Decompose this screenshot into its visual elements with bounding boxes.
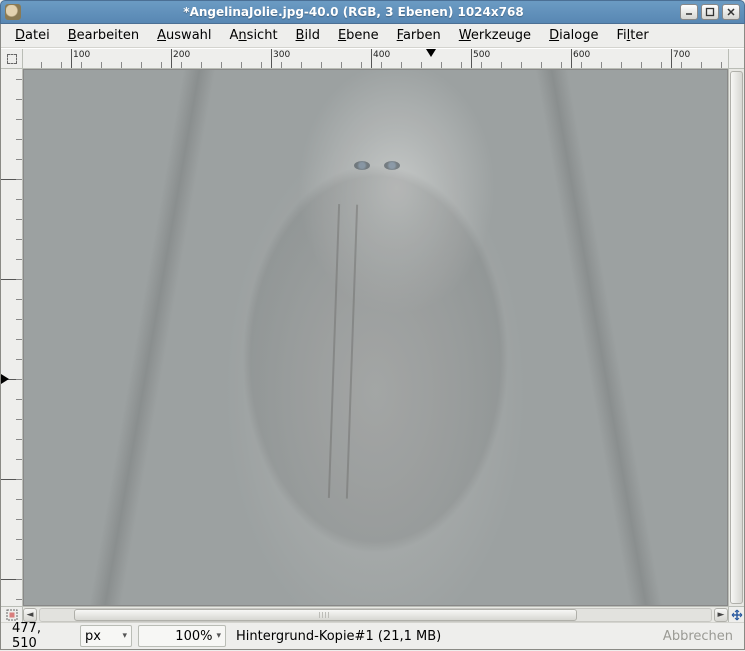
- menu-farben[interactable]: Farben: [389, 25, 449, 46]
- ruler-h-label: 300: [273, 50, 290, 60]
- ruler-h-label: 600: [573, 50, 590, 60]
- window-title: *AngelinaJolie.jpg-40.0 (RGB, 3 Ebenen) …: [27, 5, 680, 19]
- status-bar: 477, 510 px ▾ 100% ▾ Hintergrund-Kopie#1…: [1, 622, 744, 649]
- navigate-preview-button[interactable]: [728, 606, 744, 622]
- menu-bearbeiten[interactable]: Bearbeiten: [60, 25, 147, 46]
- scrollbar-horizontal-thumb[interactable]: [74, 609, 577, 621]
- menu-bild[interactable]: Bild: [288, 25, 328, 46]
- ruler-h-label: 500: [473, 50, 490, 60]
- scroll-right-button[interactable]: ►: [714, 608, 728, 622]
- minimize-button[interactable]: [680, 4, 698, 20]
- ruler-h-label: 100: [73, 50, 90, 60]
- window-titlebar[interactable]: *AngelinaJolie.jpg-40.0 (RGB, 3 Ebenen) …: [0, 0, 745, 24]
- scroll-left-button[interactable]: ◄: [23, 608, 37, 622]
- menu-werkzeuge[interactable]: Werkzeuge: [451, 25, 539, 46]
- menu-auswahl[interactable]: Auswahl: [149, 25, 219, 46]
- unit-label: px: [85, 629, 101, 644]
- ruler-vertical[interactable]: 200300400500600: [1, 69, 23, 606]
- scrollbar-horizontal-track[interactable]: [39, 608, 712, 622]
- menu-datei[interactable]: Datei: [7, 25, 58, 46]
- scrollbar-horizontal[interactable]: ◄ ►: [23, 606, 728, 622]
- maximize-button[interactable]: [701, 4, 719, 20]
- ruler-v-label: 300: [1, 264, 2, 281]
- cancel-button[interactable]: Abbrechen: [657, 625, 739, 647]
- canvas-detail-eyes: [354, 161, 400, 173]
- window-buttons: [680, 4, 740, 20]
- ruler-corner-toggle[interactable]: [1, 49, 23, 69]
- close-button[interactable]: [722, 4, 740, 20]
- ruler-v-label: 200: [1, 164, 2, 181]
- pointer-coords: 477, 510: [6, 625, 74, 647]
- menu-ebene[interactable]: Ebene: [330, 25, 387, 46]
- ruler-h-label: 700: [673, 50, 690, 60]
- ruler-corner-tr: [728, 49, 744, 69]
- ruler-v-label: 600: [1, 564, 2, 581]
- app-frame: DateiBearbeitenAuswahlAnsichtBildEbeneFa…: [0, 24, 745, 650]
- unit-selector[interactable]: px ▾: [80, 625, 132, 647]
- menu-ansicht[interactable]: Ansicht: [222, 25, 286, 46]
- workspace: 100 200 300 400 500 600 700 200 300 400 500 600 ◄ …: [1, 48, 744, 622]
- menu-filter[interactable]: Filter: [608, 25, 656, 46]
- layer-info: Hintergrund-Kopie#1 (21,1 MB): [232, 625, 651, 647]
- ruler-h-label: 400: [373, 50, 390, 60]
- zoom-selector[interactable]: 100% ▾: [138, 625, 226, 647]
- image-canvas[interactable]: [23, 69, 728, 606]
- ruler-v-marker: [1, 374, 9, 384]
- app-icon: [5, 4, 21, 20]
- chevron-down-icon: ▾: [122, 631, 127, 641]
- ruler-horizontal[interactable]: 100 200 300 400 500 600 700: [23, 49, 728, 69]
- canvas-edge-overlay: [24, 70, 727, 605]
- ruler-h-label: 200: [173, 50, 190, 60]
- quickmask-toggle[interactable]: [1, 606, 23, 622]
- menu-dialoge[interactable]: Dialoge: [541, 25, 606, 46]
- chevron-down-icon: ▾: [216, 631, 221, 641]
- ruler-v-label: 500: [1, 464, 2, 481]
- scrollbar-vertical[interactable]: [728, 69, 744, 606]
- zoom-label: 100%: [175, 629, 212, 644]
- menu-bar: DateiBearbeitenAuswahlAnsichtBildEbeneFa…: [1, 24, 744, 48]
- ruler-h-marker: [426, 49, 436, 57]
- scrollbar-vertical-thumb[interactable]: [730, 71, 743, 604]
